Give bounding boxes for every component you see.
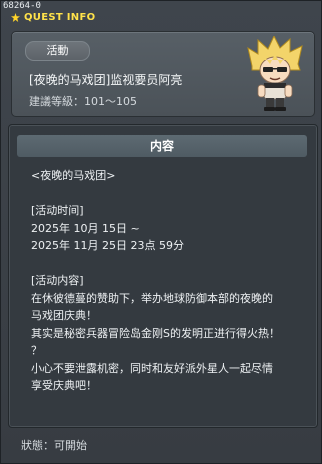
content-line: 小心不要泄露机密，同时和友好派外星人一起尽情 [31,361,273,375]
window-id: 68264-0 [3,1,41,11]
quest-name: [夜晚的马戏团]监视要员阿亮 [29,73,183,87]
npc-portrait [247,36,303,111]
content-line: <夜晚的马戏团> [31,169,116,182]
content-line: 2025年 11月 25日 23点 59分 [31,239,184,252]
content-line: [活动时间] [31,204,84,217]
content-line: 其实是秘密兵器冒险岛金刚S的发明正进行得火热！ [31,326,280,340]
content-line: 2025年 10月 15日 ~ [31,221,140,235]
title-bar[interactable]: QUEST INFO [11,12,95,23]
quest-header: 活動 [夜晚的马戏团]监视要员阿亮 建議等級：101～105 [11,31,315,117]
content-line [31,185,313,203]
content-line [31,255,313,273]
content-line: 在休彼德蔓的赞助下，举办地球防御本部的夜晚的 [31,291,273,305]
window-title: QUEST INFO [24,12,96,23]
content-line: ？ [31,344,42,357]
content-body: <夜晚的马戏团> [活动时间] 2025年 10月 15日 ~ 2025年 11… [31,167,313,395]
content-line: 马戏团庆典！ [31,309,97,322]
quest-info-window: 68264-0 QUEST INFO 活動 [夜晚的马戏团]监视要员阿亮 建議等… [0,0,322,464]
content-line: 享受庆典吧！ [31,379,97,392]
content-heading: 内容 [17,135,307,157]
quest-type-badge: 活動 [25,41,90,61]
content-panel[interactable]: 内容 <夜晚的马戏团> [活动时间] 2025年 10月 15日 ~ 2025年… [8,124,318,428]
quest-status: 狀態：可開始 [21,439,87,452]
level-requirement: 建議等級：101～105 [29,95,137,108]
content-line: [活动内容] [31,274,84,287]
star-icon [11,13,20,22]
